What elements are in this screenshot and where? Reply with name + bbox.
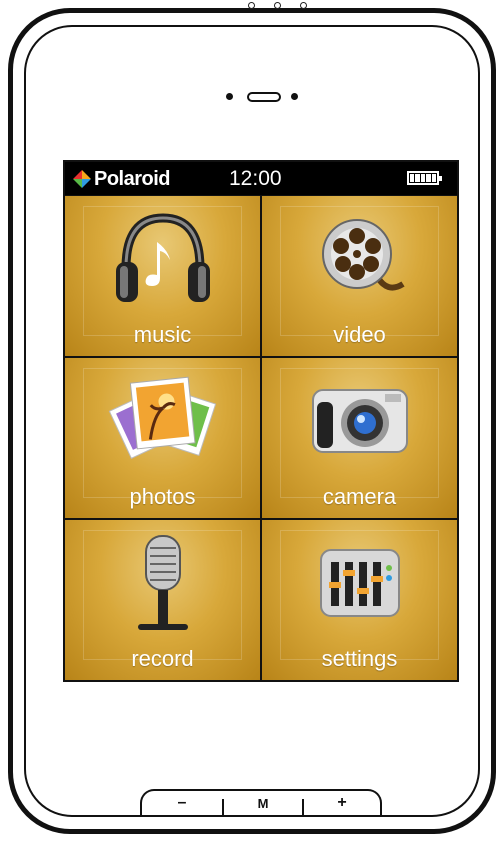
app-tile-music[interactable]: music [65, 196, 260, 356]
microphone-icon [137, 535, 188, 630]
polaroid-diamond-icon [73, 170, 91, 188]
screen: Polaroid 12:00 music video photos camera… [63, 160, 459, 682]
tile-label: record [131, 646, 194, 671]
app-tile-record[interactable]: record [65, 520, 260, 680]
menu-button[interactable]: M [224, 791, 302, 815]
volume-up-button[interactable]: + [304, 791, 380, 815]
brand-logo: Polaroid [73, 167, 171, 191]
battery-icon [407, 171, 442, 185]
tile-label: camera [322, 484, 397, 509]
app-tile-settings[interactable]: settings [262, 520, 457, 680]
top-dot-icon [274, 2, 281, 9]
equalizer-icon [319, 549, 400, 617]
app-tile-photos[interactable]: photos [65, 358, 260, 518]
tile-label: video [333, 322, 386, 347]
sensor-dot-icon [291, 93, 298, 100]
top-dot-icon [248, 2, 255, 9]
clock: 12:00 [229, 167, 282, 190]
earpiece [226, 90, 300, 104]
brand-name: Polaroid [94, 167, 171, 190]
tile-label: photos [129, 484, 196, 509]
film-reel-icon [321, 219, 405, 291]
sensor-dot-icon [226, 93, 233, 100]
tile-label: music [133, 322, 192, 347]
tile-label: settings [321, 646, 398, 671]
top-dot-icon [300, 2, 307, 9]
headphones-icon [115, 213, 210, 302]
app-tile-video[interactable]: video [262, 196, 457, 356]
app-grid: music video photos camera record setting… [65, 196, 457, 680]
photos-icon [108, 376, 216, 460]
speaker-slot-icon [247, 92, 281, 102]
camera-icon [311, 389, 408, 453]
app-tile-camera[interactable]: camera [262, 358, 457, 518]
top-buttons [246, 0, 316, 12]
hardware-buttons: – M + [140, 789, 382, 815]
status-bar: Polaroid 12:00 [65, 162, 457, 195]
volume-down-button[interactable]: – [142, 791, 222, 815]
